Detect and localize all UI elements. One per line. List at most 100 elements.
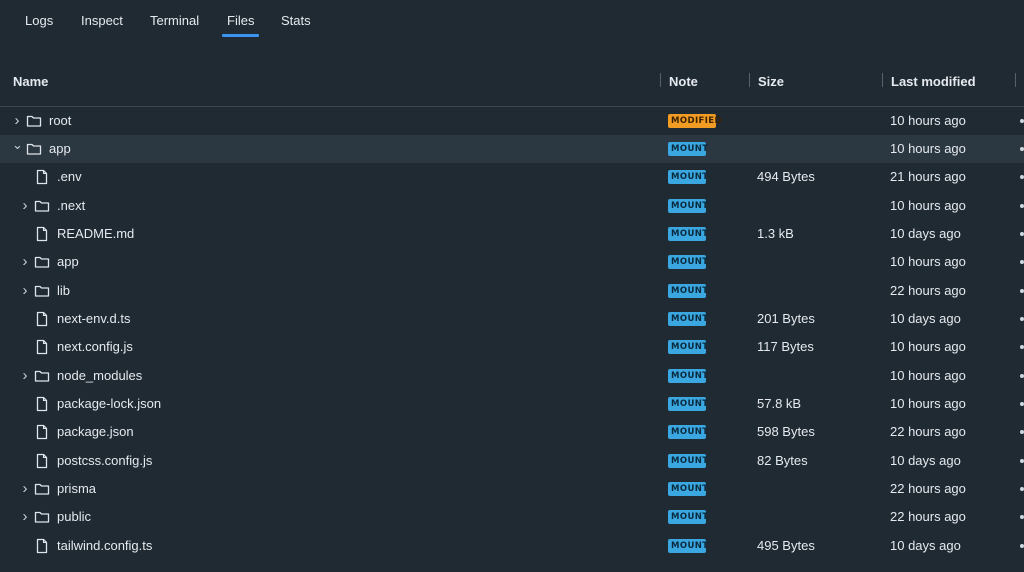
file-name[interactable]: .env	[57, 169, 82, 184]
folder-icon	[34, 254, 50, 270]
table-row[interactable]: postcss.config.js MOUNT 82 Bytes 10 days ag…	[0, 447, 1024, 475]
file-name[interactable]: README.md	[57, 226, 134, 241]
table-row[interactable]: next.config.js MOUNT 117 Bytes 10 hours ago	[0, 333, 1024, 361]
file-icon	[34, 538, 50, 554]
chevron-right-icon[interactable]: ›	[20, 509, 30, 524]
column-header-note[interactable]: Note	[669, 74, 698, 89]
column-resize-handle[interactable]	[1015, 73, 1016, 87]
note-badge: MOUNT	[668, 255, 708, 269]
table-row[interactable]: next-env.d.ts MOUNT 201 Bytes 10 days ago	[0, 305, 1024, 333]
tab-logs[interactable]: Logs	[25, 13, 53, 28]
file-name[interactable]: app	[49, 141, 71, 156]
row-actions-icon[interactable]	[1020, 147, 1024, 151]
row-actions-icon[interactable]	[1020, 430, 1024, 434]
note-badge: MOUNT	[668, 284, 708, 298]
table-row[interactable]: ⌄ app MOUNT 10 hours ago	[0, 135, 1024, 163]
row-actions-icon[interactable]	[1020, 232, 1024, 236]
chevron-down-icon[interactable]: ⌄	[12, 138, 23, 152]
last-modified: 10 days ago	[890, 538, 961, 553]
table-row[interactable]: › node_modules MOUNT 10 hours ago	[0, 362, 1024, 390]
tab-inspect[interactable]: Inspect	[81, 13, 123, 28]
row-actions-icon[interactable]	[1020, 487, 1024, 491]
row-actions-icon[interactable]	[1020, 317, 1024, 321]
table-row[interactable]: › prisma MOUNT 22 hours ago	[0, 475, 1024, 503]
file-icon	[34, 311, 50, 327]
file-icon	[34, 169, 50, 185]
column-header-last-modified[interactable]: Last modified	[891, 74, 976, 89]
folder-icon	[34, 481, 50, 497]
chevron-right-icon[interactable]: ›	[20, 198, 30, 213]
chevron-right-icon[interactable]: ›	[20, 368, 30, 383]
tab-terminal[interactable]: Terminal	[150, 13, 199, 28]
row-actions-icon[interactable]	[1020, 260, 1024, 264]
chevron-right-icon[interactable]: ›	[20, 283, 30, 298]
column-header-size[interactable]: Size	[758, 74, 784, 89]
tab-files[interactable]: Files	[221, 13, 260, 37]
file-name[interactable]: next.config.js	[57, 339, 133, 354]
row-actions-icon[interactable]	[1020, 119, 1024, 123]
row-actions-icon[interactable]	[1020, 459, 1024, 463]
table-row[interactable]: › lib MOUNT 22 hours ago	[0, 277, 1024, 305]
last-modified: 22 hours ago	[890, 424, 966, 439]
note-badge: MOUNT	[668, 227, 708, 241]
file-name[interactable]: package.json	[57, 424, 134, 439]
file-name[interactable]: next-env.d.ts	[57, 311, 130, 326]
row-actions-icon[interactable]	[1020, 175, 1024, 179]
file-icon	[34, 396, 50, 412]
file-name[interactable]: node_modules	[57, 368, 142, 383]
file-name[interactable]: app	[57, 254, 79, 269]
file-size: 598 Bytes	[757, 424, 815, 439]
note-badge: MOUNT	[668, 340, 708, 354]
note-badge: MOUNT	[668, 425, 708, 439]
folder-icon	[26, 141, 42, 157]
row-actions-icon[interactable]	[1020, 374, 1024, 378]
note-badge: MOUNT	[668, 312, 708, 326]
table-header: Name Note Size Last modified	[0, 64, 1024, 107]
chevron-right-icon[interactable]: ›	[20, 481, 30, 496]
last-modified: 22 hours ago	[890, 509, 966, 524]
file-name[interactable]: .next	[57, 198, 85, 213]
row-actions-icon[interactable]	[1020, 402, 1024, 406]
table-row[interactable]: tailwind.config.ts MOUNT 495 Bytes 10 days …	[0, 532, 1024, 560]
folder-icon	[34, 283, 50, 299]
file-name[interactable]: tailwind.config.ts	[57, 538, 152, 553]
table-row[interactable]: › .next MOUNT 10 hours ago	[0, 192, 1024, 220]
file-name[interactable]: lib	[57, 283, 70, 298]
tab-stats[interactable]: Stats	[281, 13, 311, 28]
column-header-name[interactable]: Name	[13, 74, 48, 89]
file-size: 201 Bytes	[757, 311, 815, 326]
last-modified: 10 hours ago	[890, 141, 966, 156]
table-row[interactable]: › root MODIFIED 10 hours ago	[0, 107, 1024, 135]
note-badge: MOUNT	[668, 397, 708, 411]
table-row[interactable]: .env MOUNT 494 Bytes 21 hours ago	[0, 163, 1024, 191]
last-modified: 10 hours ago	[890, 396, 966, 411]
column-resize-handle[interactable]	[749, 73, 750, 87]
table-row[interactable]: package-lock.json MOUNT 57.8 kB 10 hours ag…	[0, 390, 1024, 418]
file-name[interactable]: public	[57, 509, 91, 524]
column-resize-handle[interactable]	[660, 73, 661, 87]
file-name[interactable]: package-lock.json	[57, 396, 161, 411]
row-actions-icon[interactable]	[1020, 515, 1024, 519]
table-row[interactable]: README.md MOUNT 1.3 kB 10 days ago	[0, 220, 1024, 248]
row-actions-icon[interactable]	[1020, 544, 1024, 548]
table-row[interactable]: › app MOUNT 10 hours ago	[0, 248, 1024, 276]
note-badge: MOUNT	[668, 369, 708, 383]
table-row[interactable]: package.json MOUNT 598 Bytes 22 hours ago	[0, 418, 1024, 446]
last-modified: 21 hours ago	[890, 169, 966, 184]
file-icon	[34, 453, 50, 469]
last-modified: 22 hours ago	[890, 283, 966, 298]
file-name[interactable]: prisma	[57, 481, 96, 496]
row-actions-icon[interactable]	[1020, 204, 1024, 208]
file-name[interactable]: postcss.config.js	[57, 453, 152, 468]
column-resize-handle[interactable]	[882, 73, 883, 87]
table-row[interactable]: › public MOUNT 22 hours ago	[0, 503, 1024, 531]
note-badge: MOUNT	[668, 510, 708, 524]
file-size: 57.8 kB	[757, 396, 802, 411]
folder-icon	[34, 368, 50, 384]
file-name[interactable]: root	[49, 113, 71, 128]
row-actions-icon[interactable]	[1020, 289, 1024, 293]
chevron-right-icon[interactable]: ›	[20, 254, 30, 269]
last-modified: 10 hours ago	[890, 339, 966, 354]
row-actions-icon[interactable]	[1020, 345, 1024, 349]
chevron-right-icon[interactable]: ›	[12, 113, 22, 128]
